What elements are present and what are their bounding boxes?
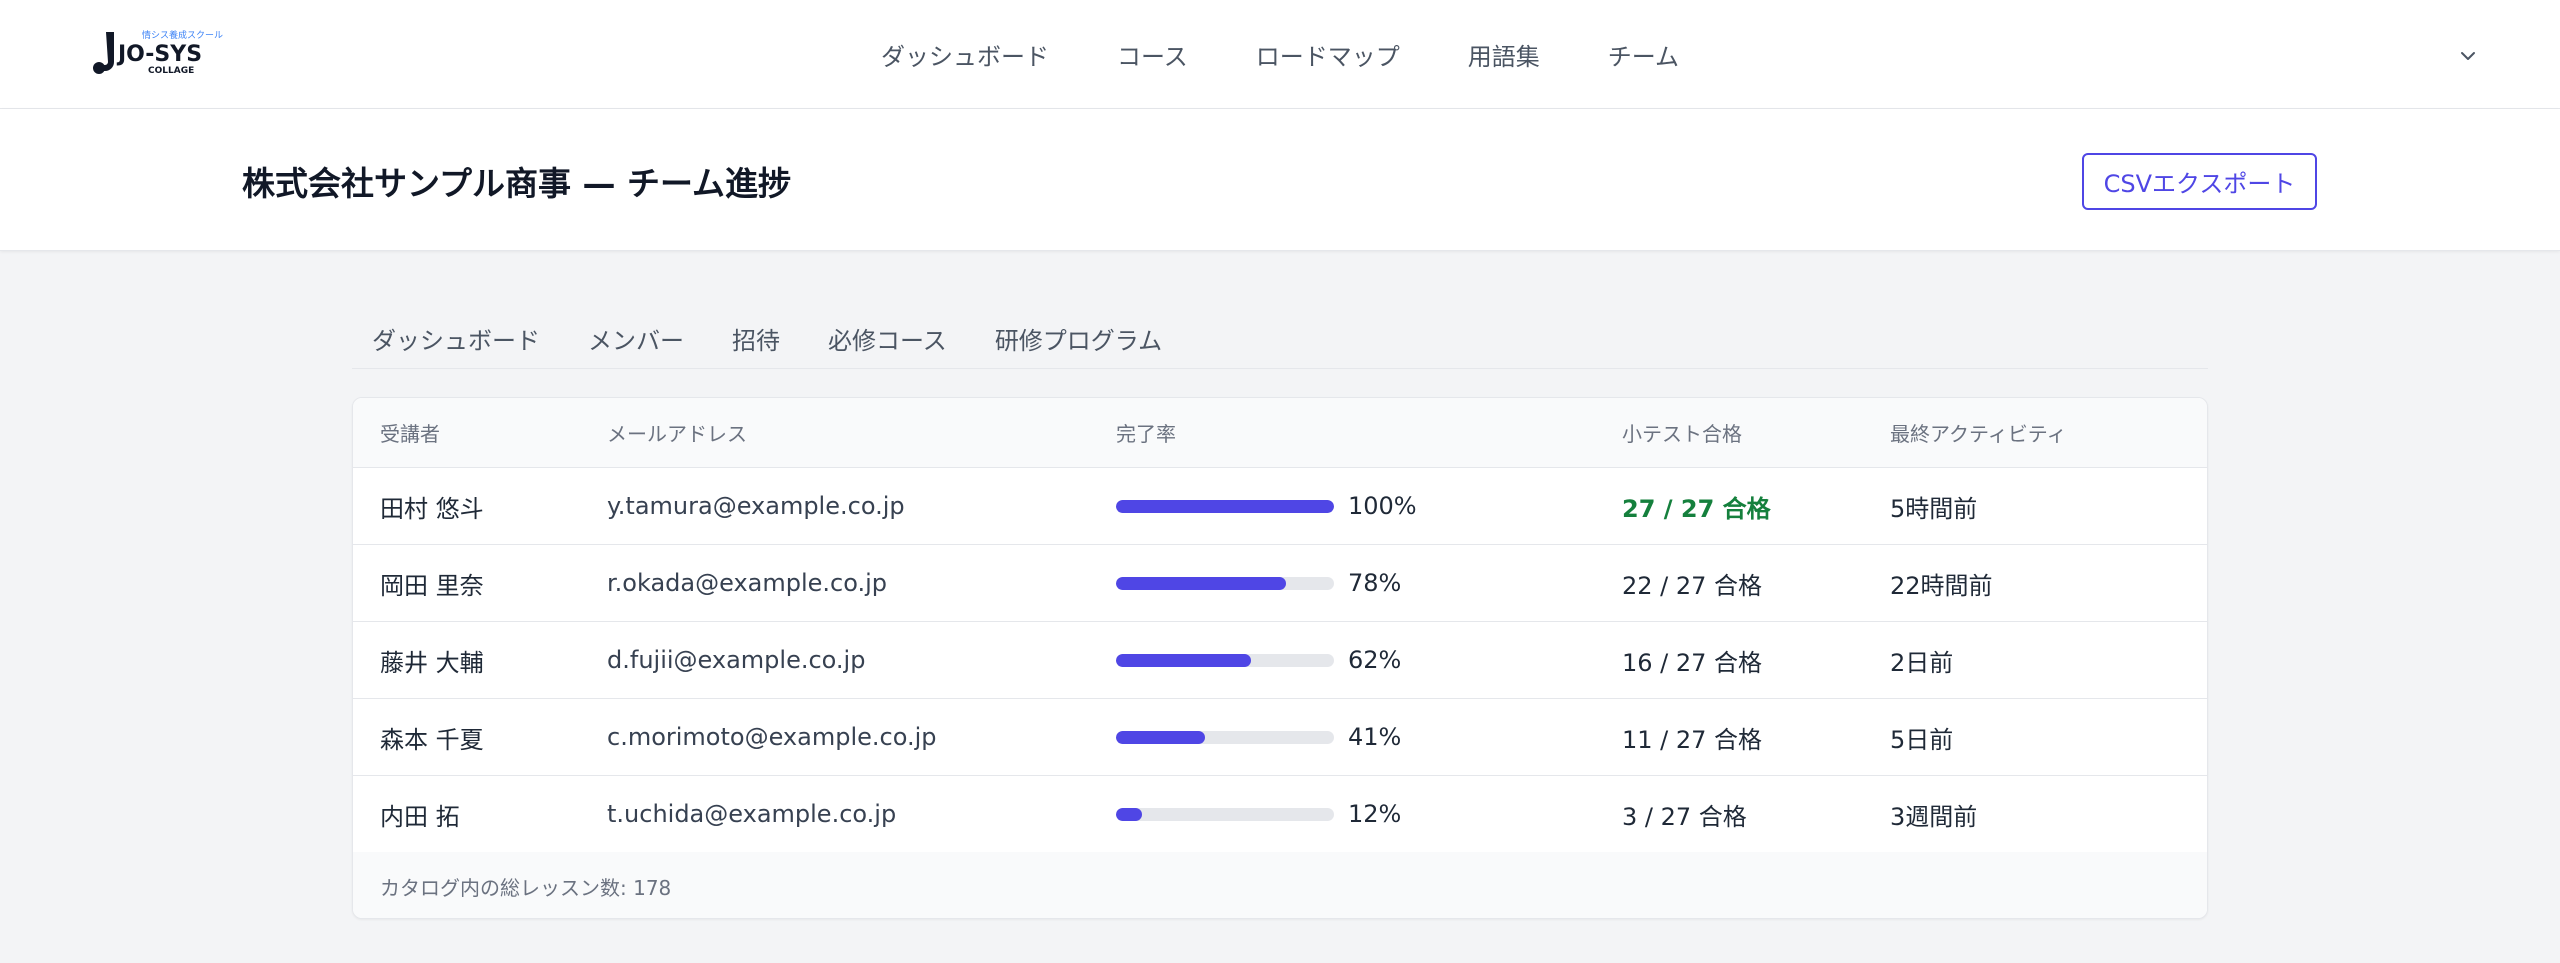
learner-name: 岡田 里奈 [380, 571, 484, 600]
last-activity: 5日前 [1890, 725, 1954, 754]
tab-required-courses[interactable]: 必修コース [808, 321, 971, 356]
progress-bar [1116, 807, 1334, 821]
quiz-pass-count: 11 / 27 合格 [1622, 725, 1763, 754]
nav-roadmap[interactable]: ロードマップ [1222, 37, 1434, 72]
progress-percent: 41% [1348, 723, 1402, 751]
progress-table: 受講者 メールアドレス 完了率 小テスト合格 最終アクティビティ 田村 悠斗 y… [352, 397, 2208, 919]
nav-glossary[interactable]: 用語集 [1434, 37, 1574, 72]
completion-cell: 12% [1116, 776, 1401, 852]
table-row[interactable]: 藤井 大輔 d.fujii@example.co.jp 62% 16 / 27 … [353, 622, 2207, 699]
learner-email: t.uchida@example.co.jp [607, 800, 897, 828]
quiz-pass-count: 3 / 27 合格 [1622, 802, 1747, 831]
progress-bar [1116, 576, 1334, 590]
completion-cell: 62% [1116, 622, 1401, 698]
progress-bar-fill [1116, 499, 1334, 513]
column-header-completion[interactable]: 完了率 [1116, 398, 1176, 467]
learner-name: 内田 拓 [380, 802, 460, 831]
quiz-pass-count: 22 / 27 合格 [1622, 571, 1763, 600]
last-activity: 5時間前 [1890, 494, 1978, 523]
tab-training-programs[interactable]: 研修プログラム [975, 321, 1186, 356]
main-nav: ダッシュボード コース ロードマップ 用語集 チーム [0, 0, 2560, 109]
progress-bar [1116, 730, 1334, 744]
learner-name: 森本 千夏 [380, 725, 484, 754]
column-header-email[interactable]: メールアドレス [607, 398, 747, 467]
quiz-pass-count: 16 / 27 合格 [1622, 648, 1763, 677]
table-row[interactable]: 岡田 里奈 r.okada@example.co.jp 78% 22 / 27 … [353, 545, 2207, 622]
nav-courses[interactable]: コース [1083, 37, 1222, 72]
progress-bar [1116, 499, 1334, 513]
quiz-pass-count: 27 / 27 合格 [1622, 494, 1771, 523]
nav-team[interactable]: チーム [1574, 37, 1713, 72]
page-title: 株式会社サンプル商事 — チーム進捗 [242, 164, 791, 203]
team-tabs: ダッシュボード メンバー 招待 必修コース 研修プログラム [352, 309, 2208, 369]
tab-dashboard[interactable]: ダッシュボード [352, 321, 564, 356]
last-activity: 22時間前 [1890, 571, 1993, 600]
progress-bar-fill [1116, 576, 1287, 590]
table-row[interactable]: 田村 悠斗 y.tamura@example.co.jp 100% 27 / 2… [353, 468, 2207, 545]
learner-email: d.fujii@example.co.jp [607, 646, 866, 674]
progress-percent: 12% [1348, 800, 1402, 828]
page-header: 株式会社サンプル商事 — チーム進捗 CSVエクスポート [0, 109, 2560, 251]
learner-email: c.morimoto@example.co.jp [607, 723, 937, 751]
learner-name: 藤井 大輔 [380, 648, 484, 677]
learner-name: 田村 悠斗 [380, 494, 484, 523]
nav-dashboard[interactable]: ダッシュボード [847, 37, 1083, 72]
progress-bar [1116, 653, 1334, 667]
last-activity: 3週間前 [1890, 802, 1978, 831]
column-header-quiz[interactable]: 小テスト合格 [1622, 398, 1742, 467]
chevron-down-icon[interactable] [2456, 44, 2480, 68]
table-header: 受講者 メールアドレス 完了率 小テスト合格 最終アクティビティ [353, 398, 2207, 468]
completion-cell: 100% [1116, 468, 1417, 544]
total-lessons-note: カタログ内の総レッスン数: 178 [380, 875, 672, 900]
completion-cell: 78% [1116, 545, 1401, 621]
table-row[interactable]: 森本 千夏 c.morimoto@example.co.jp 41% 11 / … [353, 699, 2207, 776]
completion-cell: 41% [1116, 699, 1401, 775]
learner-email: y.tamura@example.co.jp [607, 492, 905, 520]
last-activity: 2日前 [1890, 648, 1954, 677]
table-footer: カタログ内の総レッスン数: 178 [353, 852, 2207, 918]
learner-email: r.okada@example.co.jp [607, 569, 888, 597]
table-row[interactable]: 内田 拓 t.uchida@example.co.jp 12% 3 / 27 合… [353, 776, 2207, 853]
progress-bar-fill [1116, 807, 1143, 821]
tab-invite[interactable]: 招待 [712, 321, 804, 356]
progress-percent: 78% [1348, 569, 1402, 597]
csv-export-button[interactable]: CSVエクスポート [2082, 153, 2317, 210]
column-header-last-activity[interactable]: 最終アクティビティ [1890, 398, 2067, 467]
top-navigation: 情シス養成スクール JO-SYS COLLAGE ダッシュボード コース ロード… [0, 0, 2560, 109]
tab-members[interactable]: メンバー [568, 321, 708, 356]
progress-percent: 62% [1348, 646, 1402, 674]
column-header-learner[interactable]: 受講者 [380, 398, 440, 467]
progress-bar-fill [1116, 730, 1206, 744]
progress-percent: 100% [1348, 492, 1417, 520]
progress-bar-fill [1116, 653, 1252, 667]
